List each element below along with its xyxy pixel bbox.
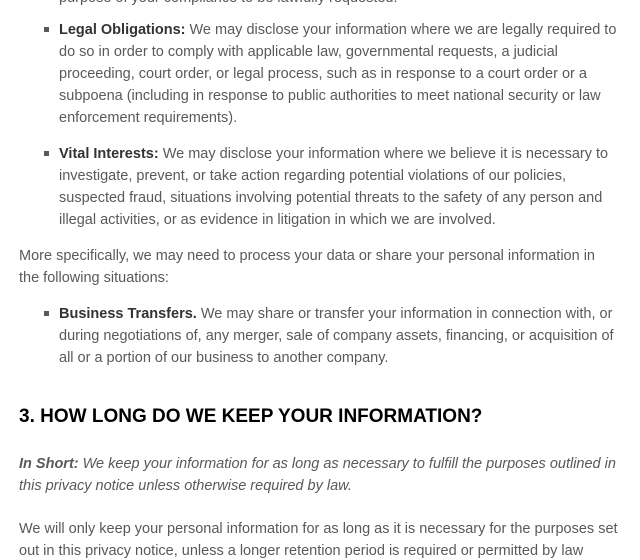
vital-interests-label: Vital Interests: [59,146,159,162]
partial-top-line: purpose of your compliance to be lawfull… [59,0,619,8]
bullet-marker [44,27,49,32]
legal-obligations-label: Legal Obligations: [59,22,186,38]
business-transfers-label: Business Transfers. [59,306,197,322]
list-item-business-transfers: Business Transfers. We may share or tran… [59,303,624,369]
in-short-text: We keep your information for as long as … [19,456,616,494]
in-short-label: In Short: [19,456,79,472]
privacy-notice-page: purpose of your compliance to be lawfull… [0,0,640,560]
in-short-paragraph: In Short: We keep your information for a… [19,453,619,497]
list-item-legal-obligations: Legal Obligations: We may disclose your … [59,19,624,129]
section-heading: 3. HOW LONG DO WE KEEP YOUR INFORMATION? [19,406,483,427]
bullet-marker [44,311,49,316]
bullet-marker [44,151,49,156]
retention-paragraph: We will only keep your personal informat… [19,521,618,559]
list-item-vital-interests: Vital Interests: We may disclose your in… [59,143,624,231]
more-specifically-paragraph: More specifically, we may need to proces… [19,248,595,286]
